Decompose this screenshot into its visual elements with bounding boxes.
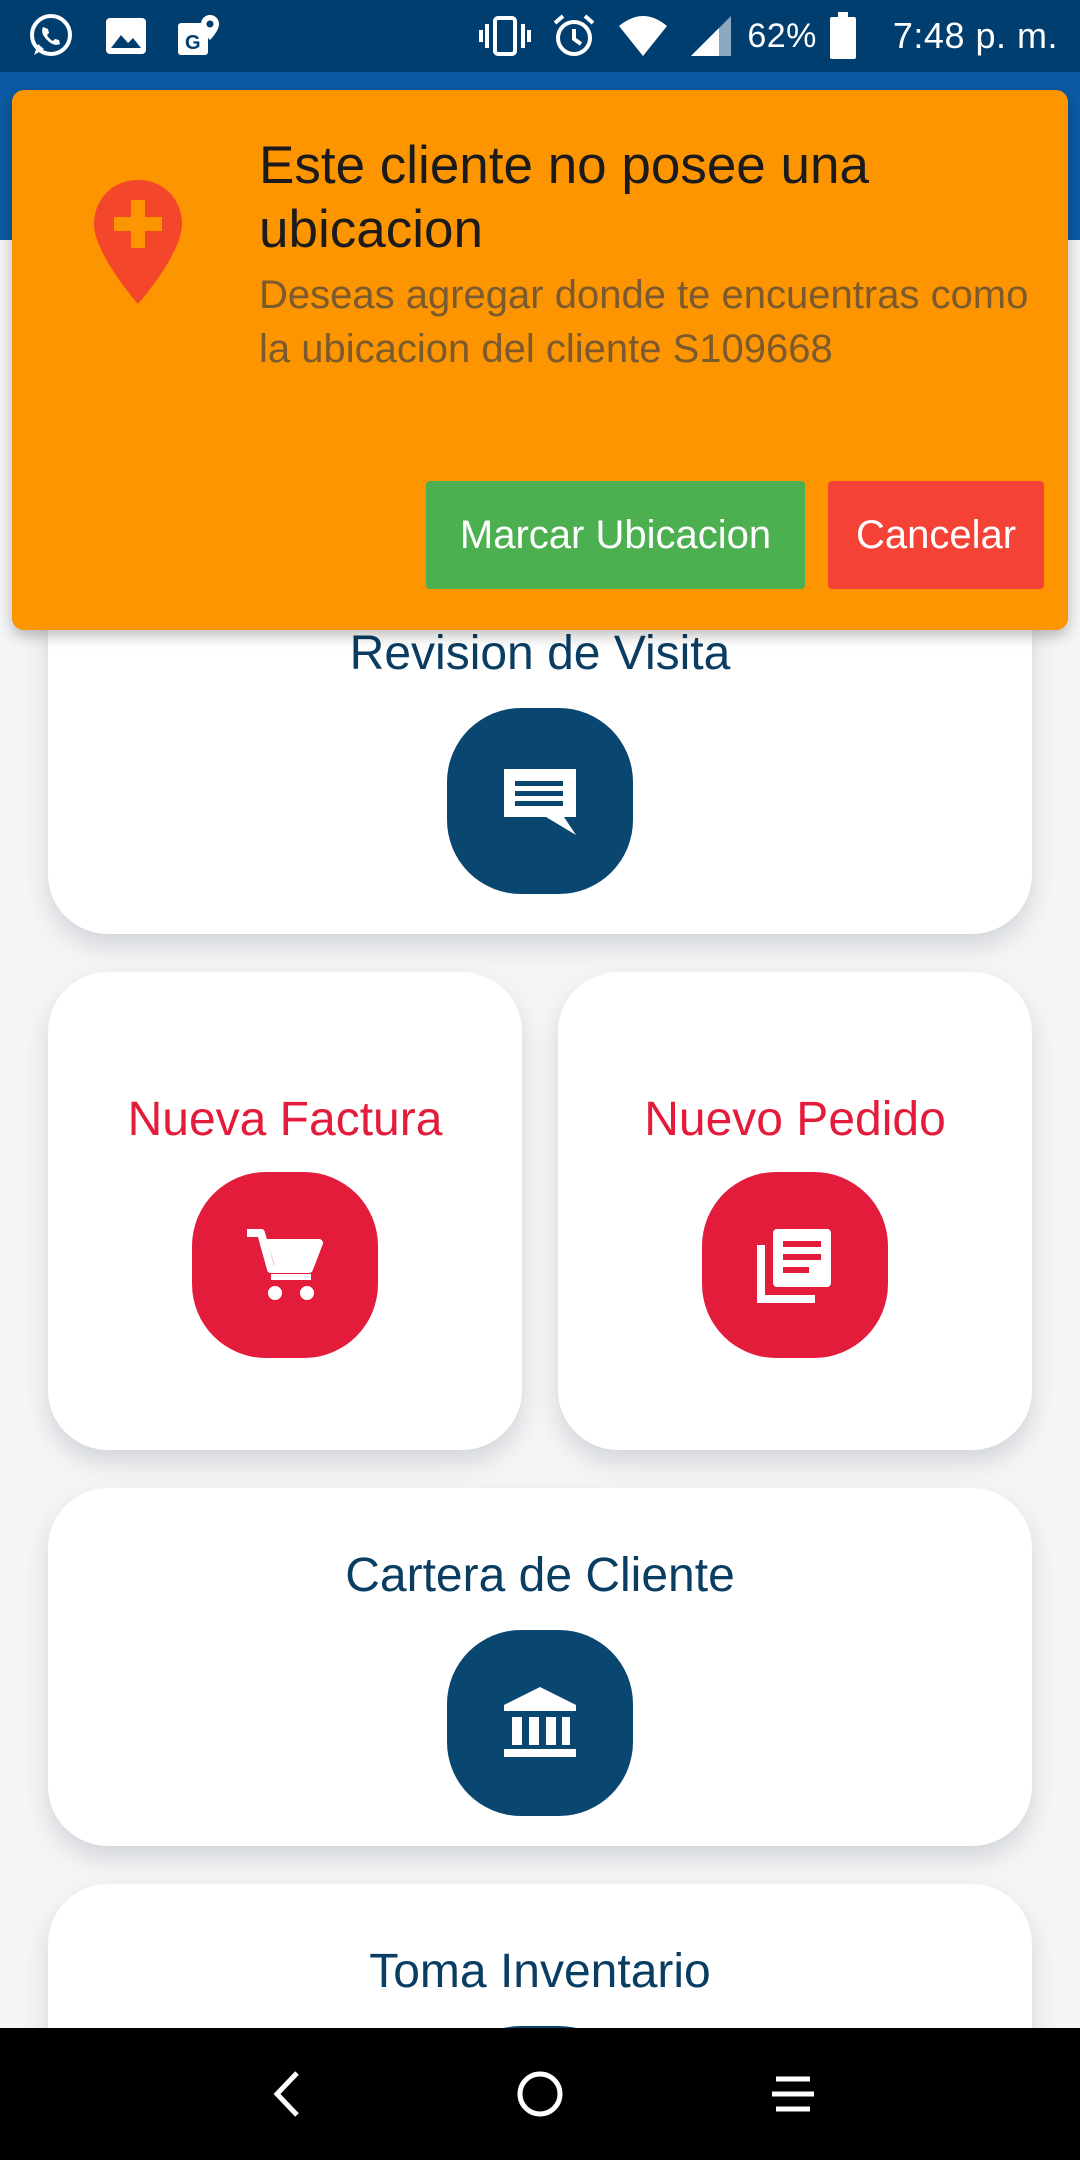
marcar-ubicacion-button[interactable]: Marcar Ubicacion — [426, 481, 805, 589]
card-nuevo-pedido[interactable]: Nuevo Pedido — [558, 972, 1032, 1450]
home-icon[interactable] — [500, 2054, 580, 2134]
card-title: Nueva Factura — [127, 1093, 443, 1146]
alarm-icon — [551, 13, 597, 59]
vibrate-icon — [479, 14, 532, 58]
back-icon[interactable] — [247, 2054, 327, 2134]
system-nav-bar — [0, 2028, 1080, 2160]
wifi-icon — [617, 14, 669, 58]
card-toma-inventario[interactable]: Toma Inventario — [48, 1884, 1032, 2028]
card-title: Cartera de Cliente — [345, 1549, 735, 1602]
location-alert-dialog: Este cliente no posee una ubicacion Dese… — [12, 90, 1068, 630]
message-icon[interactable] — [447, 708, 633, 894]
card-title: Toma Inventario — [369, 1945, 711, 1998]
battery-percent: 62% — [747, 16, 817, 55]
add-location-icon — [90, 178, 186, 311]
clock: 7:48 p. m. — [892, 15, 1058, 56]
signal-icon — [689, 14, 733, 58]
card-title: Nuevo Pedido — [644, 1093, 946, 1146]
maps-icon: G — [176, 13, 222, 59]
battery-icon — [829, 12, 857, 60]
dialog-message: Deseas agregar donde te encuentras como … — [259, 273, 1029, 371]
dialog-title: Este cliente no posee una ubicacion — [259, 136, 869, 259]
bank-icon[interactable] — [447, 1630, 633, 1816]
svg-text:G: G — [185, 32, 201, 54]
card-title: Revision de Visita — [349, 627, 731, 680]
whatsapp-icon — [26, 11, 76, 61]
status-bar: G 62% 7:48 p. m. — [0, 0, 1080, 72]
cart-icon[interactable] — [192, 1172, 378, 1358]
gallery-icon — [104, 14, 148, 58]
document-icon[interactable] — [702, 1172, 888, 1358]
cancel-button[interactable]: Cancelar — [828, 481, 1044, 589]
card-cartera-cliente[interactable]: Cartera de Cliente — [48, 1488, 1032, 1846]
card-nueva-factura[interactable]: Nueva Factura — [48, 972, 522, 1450]
menu-icon[interactable] — [753, 2054, 833, 2134]
